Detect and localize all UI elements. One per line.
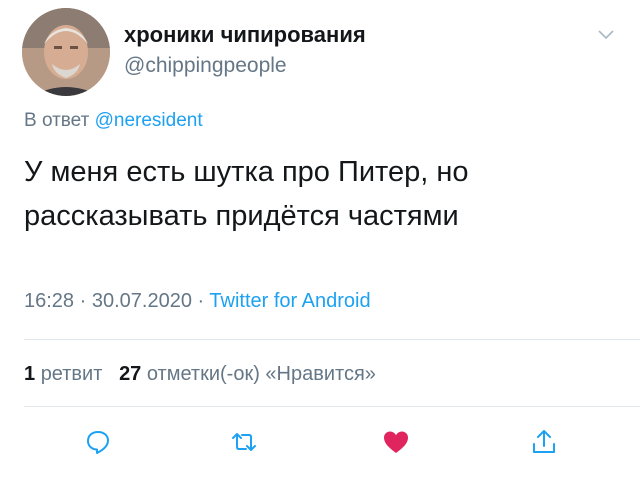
tweet-date[interactable]: 30.07.2020 bbox=[92, 290, 192, 312]
reply-icon[interactable] bbox=[84, 428, 112, 456]
meta-separator: · bbox=[79, 290, 87, 312]
tweet-time[interactable]: 16:28 bbox=[24, 290, 74, 312]
tweet-meta: 16:28 · 30.07.2020 · Twitter for Android bbox=[24, 290, 371, 313]
tweet-text: У меня есть шутка про Питер, но рассказы… bbox=[24, 150, 624, 238]
reply-mention-link[interactable]: @neresident bbox=[95, 110, 203, 131]
retweet-icon[interactable] bbox=[230, 428, 258, 456]
chevron-down-icon[interactable] bbox=[596, 28, 616, 42]
tweet-stats: 1 ретвит 27 отметки(-ок) «Нравится» bbox=[24, 363, 376, 386]
author-display-name[interactable]: хроники чипирования bbox=[124, 22, 366, 48]
divider bbox=[24, 406, 640, 407]
retweets-label: ретвит bbox=[40, 363, 103, 385]
likes-count: 27 bbox=[119, 363, 142, 385]
tweet-source-link[interactable]: Twitter for Android bbox=[209, 290, 370, 312]
likes-stat[interactable]: 27 отметки(-ок) «Нравится» bbox=[119, 363, 376, 385]
divider bbox=[24, 339, 640, 340]
reply-prefix: В ответ bbox=[24, 110, 90, 131]
retweets-stat[interactable]: 1 ретвит bbox=[24, 363, 102, 385]
avatar-image bbox=[22, 8, 110, 96]
retweets-count: 1 bbox=[24, 363, 36, 385]
likes-label: отметки(-ок) «Нравится» bbox=[146, 363, 376, 385]
author-handle[interactable]: @chippingpeople bbox=[124, 54, 287, 78]
like-heart-icon[interactable] bbox=[382, 428, 410, 456]
tweet-text-line: У меня есть шутка про Питер, но bbox=[24, 156, 469, 188]
meta-separator: · bbox=[197, 290, 205, 312]
tweet-card: хроники чипирования @chippingpeople В от… bbox=[0, 0, 640, 481]
tweet-text-line: рассказывать придётся частями bbox=[24, 200, 459, 232]
share-icon[interactable] bbox=[530, 428, 558, 456]
avatar[interactable] bbox=[22, 8, 110, 96]
reply-context: В ответ @neresident bbox=[24, 110, 203, 132]
